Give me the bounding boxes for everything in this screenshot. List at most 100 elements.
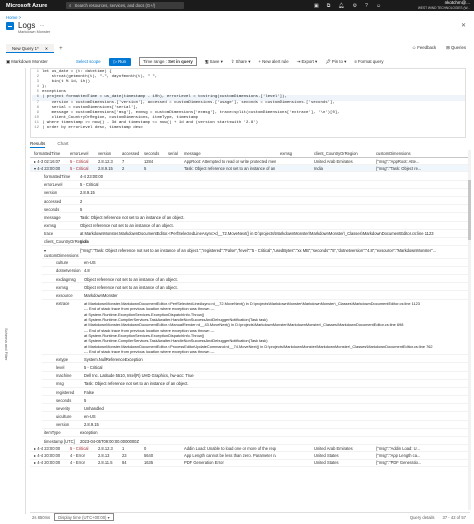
column-header[interactable]: serial (164, 151, 180, 156)
column-header[interactable]: client_CountryOrRegion (310, 151, 372, 156)
detail-value: 5 (84, 397, 87, 403)
table-cell: Addin Load: Unable to load one or more o… (184, 445, 276, 451)
close-tab-icon[interactable]: ✕ (45, 46, 48, 51)
detail-row: timestamp [UTC] 2023-04-05T09:00:00.00000… (42, 437, 470, 446)
detail-value: Object reference not set to an instance … (84, 284, 178, 290)
detail-key: ▾ customDimensions (44, 247, 79, 258)
table-cell: ▾ 4-4 23:00:00 (34, 165, 61, 171)
detail-row: exsource MarkdownMonster (42, 291, 470, 300)
table-cell: 0 (144, 445, 147, 451)
time-range-picker[interactable]: Time range : Set in query (139, 57, 197, 66)
detail-key: timestamp [UTC] (44, 438, 75, 444)
detail-key: client_CountryOrRegion (44, 239, 88, 245)
breadcrumb[interactable]: Home > (6, 15, 21, 20)
directory-icon[interactable]: ⧉ (327, 3, 331, 9)
detail-row: message Task: Object reference not set to… (42, 213, 470, 222)
table-cell: United Arab Emirates (314, 445, 353, 451)
detail-row: uiculture en-US (42, 412, 470, 421)
column-header[interactable]: exmsg (276, 151, 310, 156)
queries-button[interactable]: ⊞ Queries (446, 45, 466, 51)
query-editor[interactable]: 1 let us_date = (t: datetime) {2 strcat(g… (30, 68, 466, 138)
query-details-link[interactable]: Query details (410, 515, 435, 520)
bell-icon[interactable]: 🔔︎ (338, 3, 344, 9)
detail-key: exmsg (44, 223, 57, 229)
close-icon[interactable]: ✕ (461, 22, 466, 29)
search-placeholder: Search resources, services, and docs (G+… (74, 3, 156, 8)
export-button[interactable]: ⇥ Export ▾ (297, 59, 318, 65)
more-options-icon[interactable]: ... (40, 22, 44, 28)
detail-value: 4-4 23:00:00 (80, 173, 103, 179)
table-cell: 1635 (144, 460, 154, 466)
detail-key: dotnetversion (56, 268, 81, 274)
results-scrollbar[interactable] (468, 150, 471, 510)
trace-line: --- End of stack trace from previous loc… (84, 348, 215, 354)
table-row[interactable]: ▸ 4-4 20:00:00 4 - Error 2.8.11.5 84 1635 PDF… (30, 460, 470, 467)
gear-icon[interactable]: ⚙ (353, 3, 357, 9)
detail-row: exmsg Object reference not set to an inst… (42, 283, 470, 292)
table-cell: 2.8.12.3 (98, 158, 113, 164)
table-cell: {"msg":"PDF Generatio... (376, 460, 422, 466)
detail-key: culture (56, 260, 69, 266)
pin-label: Pin to (331, 59, 343, 64)
share-label: Share (235, 59, 248, 64)
run-button[interactable]: ▷ Run (108, 57, 131, 66)
brand-label[interactable]: Microsoft Azure (0, 3, 58, 9)
column-header[interactable]: accessed (118, 151, 140, 156)
code-text: | order by errorLevel desc, timestamp de… (42, 126, 143, 131)
save-button[interactable]: 🖫︎ Save ▾ (205, 58, 223, 66)
column-header[interactable]: errorLevel (66, 151, 94, 156)
cloud-shell-icon[interactable]: ▣ (314, 3, 319, 9)
table-row[interactable]: ▸ 4-4 20:00:00 4 - Error 2.8.13 23 5640 App L… (30, 452, 470, 460)
add-tab-icon[interactable]: + (59, 46, 63, 52)
column-header[interactable]: message (180, 151, 276, 156)
schema-filter-label[interactable]: Schema and Filter (4, 328, 9, 360)
tab-new-query[interactable]: New Query 1* ✕ (6, 44, 55, 53)
table-row[interactable]: ▾ 4-4 23:00:00 5 - Critical 2.8.9.15 2 5 Task… (30, 165, 470, 173)
detail-key: version (56, 422, 70, 428)
status-bar: 2s 850ms Display time (UTC+00:00) ▾ Quer… (30, 512, 470, 521)
detail-value: System.NullReferenceException (84, 356, 143, 362)
extrace-value: at MarkdownMonster.MarkdownDocumentEdito… (80, 300, 470, 355)
table-cell: 4 - Error (70, 460, 86, 466)
feedback-button[interactable]: ☺ Feedback (412, 45, 436, 51)
table-cell: 7 (122, 158, 125, 164)
table-cell: {"msg":"Addin Load: U... (376, 445, 420, 451)
detail-row: registered False (42, 388, 470, 397)
time-range-label: Time range : (143, 59, 167, 64)
column-header[interactable]: version (94, 151, 118, 156)
export-label: Export (301, 59, 314, 64)
detail-value: India (80, 239, 89, 245)
table-row[interactable]: ▸ 4-3 02:16:07 5 - Critical 2.8.12.3 7 1284 A… (30, 158, 470, 166)
schema-panel[interactable]: Schema and Filter (0, 68, 26, 514)
scope-label[interactable]: ▣ Markdown Monster (6, 59, 64, 65)
feedback-icon[interactable]: ☺ (376, 3, 381, 9)
column-header[interactable]: customDimensions (372, 151, 470, 156)
format-query-button[interactable]: ≡ Format query (354, 59, 383, 64)
detail-value: en-US (84, 260, 96, 266)
user-account[interactable]: nkotchm@... WEST WIND TECHNOLOGIES (W... (418, 0, 470, 10)
detail-value: 5 - Critical (84, 364, 103, 370)
table-row[interactable]: ▸ 4-4 23:00:00 5 - Critical 2.8.12.3 1 0 Addi… (30, 445, 470, 453)
column-header[interactable]: seconds (140, 151, 164, 156)
tab-results[interactable]: Results (30, 141, 46, 148)
detail-key: accessed (44, 198, 62, 204)
display-time-dropdown[interactable]: Display time (UTC+00:00) ▾ (54, 513, 114, 521)
scrollbar-thumb[interactable] (468, 180, 471, 240)
help-icon[interactable]: ? (365, 3, 368, 9)
table-cell: India (314, 165, 323, 171)
select-scope-link[interactable]: Select scope (76, 59, 101, 64)
detail-row: version 2.8.9.15 (42, 189, 470, 197)
tab-chart[interactable]: Chart (57, 141, 68, 148)
column-header[interactable]: formattedTime (30, 151, 66, 156)
pin-button[interactable]: 📌︎ Pin to ▾ (325, 59, 346, 65)
share-button[interactable]: ⇪ Share ▾ (231, 59, 251, 65)
detail-key: level (56, 364, 65, 370)
table-cell: {"msg":"Task: Object re... (376, 165, 422, 171)
table-cell: 4 - Error (70, 453, 86, 458)
results-grid: formattedTime errorLevel version accessed se… (30, 150, 470, 510)
table-cell: 1284 (144, 158, 154, 164)
global-search-input[interactable]: ⌕ Search resources, services, and docs (… (66, 2, 184, 9)
detail-value: {"msg":"Task: Object reference not set t… (80, 247, 437, 253)
format-label: Format query (357, 59, 384, 64)
new-alert-button[interactable]: + New alert rule (258, 59, 288, 64)
